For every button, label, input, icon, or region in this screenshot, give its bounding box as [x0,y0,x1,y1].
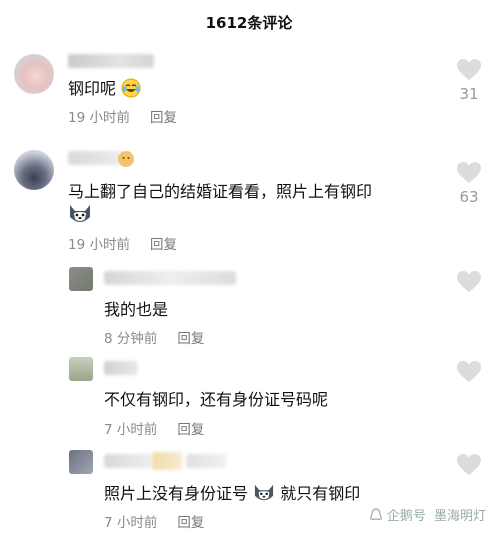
comment-time: 8 分钟前 [104,331,158,347]
heart-icon [457,271,481,292]
comments-header: 1612条评论 [205,14,293,32]
username-extra-blurred [186,454,226,468]
avatar[interactable] [69,450,93,474]
husky-emoji [68,203,92,229]
like-button[interactable] [454,270,484,293]
like-button[interactable] [454,360,484,383]
comment-meta: 19 小时前 回复 [68,106,177,126]
comment-text-content: 钢印呢 [68,79,117,98]
like-button[interactable]: 31 [454,58,484,103]
comment-meta: 7 小时前 回复 [104,511,204,531]
reply-button[interactable]: 回复 [150,237,177,253]
like-count: 63 [459,188,479,206]
reply-button[interactable]: 回复 [177,331,204,347]
avatar[interactable] [69,267,93,291]
comment-meta: 19 小时前 回复 [68,233,177,253]
reply-button[interactable]: 回复 [177,422,204,438]
watermark-brand: 企鹅号 [386,509,426,524]
comment-text: 我的也是 [104,300,169,319]
avatar[interactable] [69,357,93,381]
penguin-logo-icon [369,508,382,521]
watermark-author: 墨海明灯 [433,509,486,524]
comment-meta: 8 分钟前 回复 [104,327,204,347]
comment-text: 不仅有钢印，还有身份证号码呢 [104,390,329,409]
heart-icon [457,361,481,382]
comment-text: 马上翻了自己的结婚证看看，照片上有钢印 [68,182,373,201]
source-watermark: 企鹅号 墨海明灯 [369,505,486,524]
heart-icon [457,454,481,475]
reply-button[interactable]: 回复 [177,515,204,531]
like-button[interactable]: 63 [454,161,484,206]
username-badge-blurred [152,452,182,470]
comment-text-part: 就只有钢印 [280,484,361,503]
avatar[interactable] [14,54,54,94]
badge-emoji [116,149,136,173]
comment-time: 19 小时前 [68,110,130,126]
username-blurred[interactable] [104,361,138,375]
username-blurred[interactable] [104,454,152,468]
comment-meta: 7 小时前 回复 [104,418,204,438]
reply-item: 不仅有钢印，还有身份证号码呢 7 小时前 回复 [0,355,498,440]
comment-text: 钢印呢 [68,75,141,102]
comment-time: 7 小时前 [104,422,158,438]
comment-time: 19 小时前 [68,237,130,253]
comment-time: 7 小时前 [104,515,158,531]
like-button[interactable] [454,453,484,476]
comment-text: 照片上没有身份证号 就只有钢印 [104,480,360,507]
tears-of-joy-emoji [121,78,141,102]
husky-emoji [253,483,275,507]
avatar[interactable] [14,150,54,190]
reply-item: 我的也是 8 分钟前 回复 [0,265,498,347]
comment-item: 钢印呢 19 小时前 回复 31 [0,52,498,128]
heart-icon [457,59,481,80]
username-blurred[interactable] [68,54,154,68]
comment-item: 马上翻了自己的结婚证看看，照片上有钢印 19 小时前 回复 63 [0,145,498,255]
username-blurred[interactable] [104,271,236,285]
comment-text-part: 照片上没有身份证号 [104,484,249,503]
like-count: 31 [459,85,479,103]
reply-button[interactable]: 回复 [150,110,177,126]
heart-icon [457,162,481,183]
